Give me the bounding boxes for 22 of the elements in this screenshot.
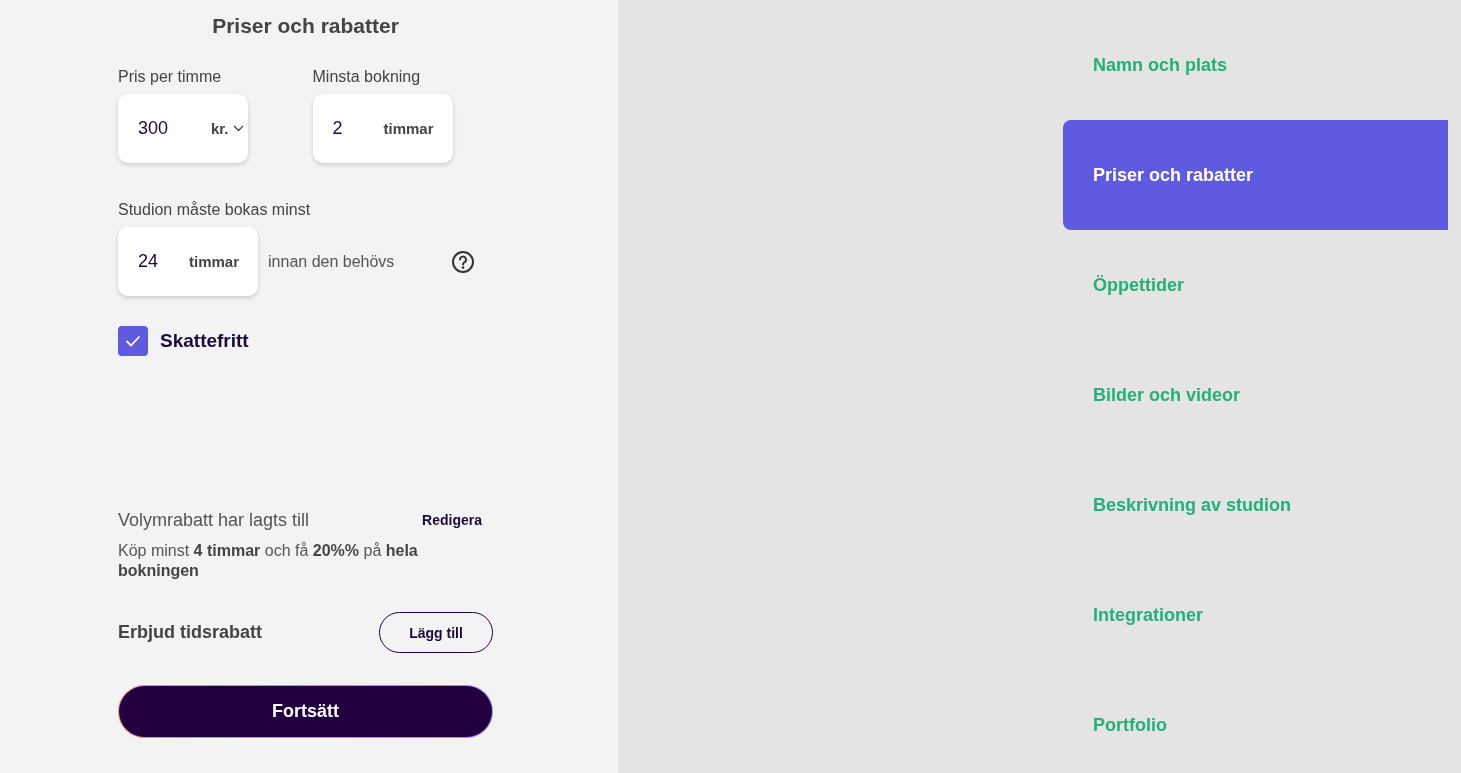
checkbox-label: Skattefritt: [160, 330, 249, 352]
continue-button[interactable]: Fortsätt: [118, 685, 493, 738]
checkbox[interactable]: [118, 326, 148, 356]
unit-label: timmar: [383, 120, 434, 137]
field-label: Minsta bokning: [312, 67, 421, 87]
edit-link[interactable]: Redigera: [411, 510, 493, 530]
currency-dropdown[interactable]: kr.: [211, 120, 244, 137]
caret-icon: [232, 125, 244, 132]
discount-heading: Volymrabatt har lagts till: [118, 509, 310, 532]
field-suffix: innan den behövs: [268, 252, 395, 271]
number-input[interactable]: 24: [138, 251, 169, 272]
number-input[interactable]: 300: [138, 118, 191, 139]
discount-description: Köp minst 4 timmar och få 20%% på hela bokningen: [118, 541, 419, 581]
check-icon: [125, 335, 141, 347]
section-heading: Erbjud tidsrabatt: [118, 622, 262, 643]
field-label: Pris per timme: [118, 67, 222, 87]
form-title: Priser och rabatter: [211, 14, 400, 38]
help-icon: [452, 250, 474, 273]
unit-label: timmar: [189, 253, 240, 270]
step-nav-item[interactable]: Priser och rabatter: [1063, 120, 1448, 230]
number-input[interactable]: 2: [332, 118, 364, 139]
field-label: Studion måste bokas minst: [118, 200, 311, 220]
